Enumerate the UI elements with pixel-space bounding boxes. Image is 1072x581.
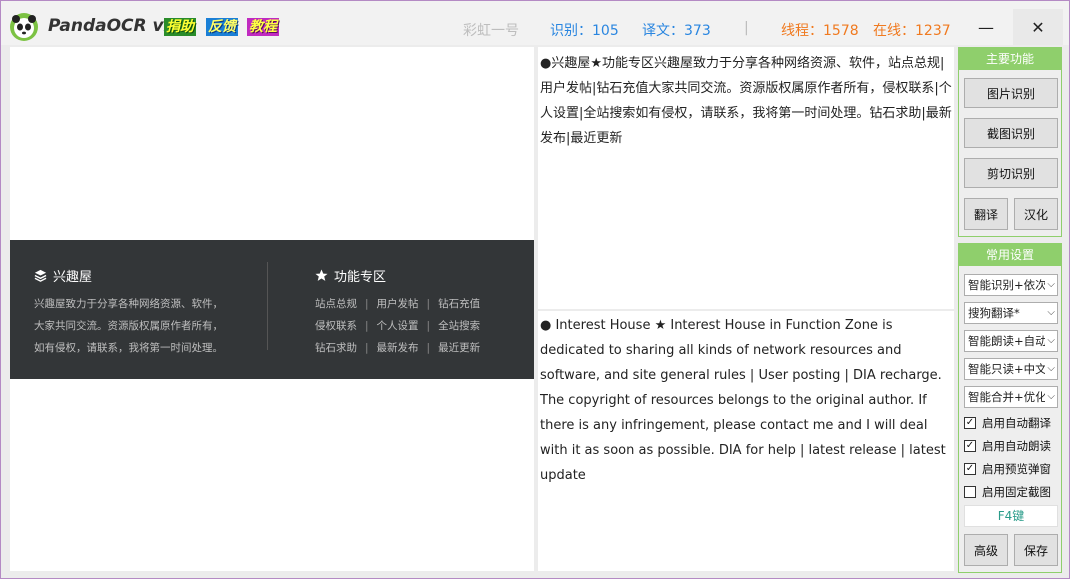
link-text: 用户发帖 bbox=[376, 298, 419, 310]
translate-count: 译文：373 bbox=[642, 23, 711, 39]
recognize-count: 识别：105 bbox=[550, 23, 619, 39]
translate-button[interactable]: 翻译 bbox=[964, 198, 1008, 230]
link-text: 钻石充值 bbox=[438, 298, 481, 310]
title-bar[interactable]: PandaOCR v2.5 捐助 反馈 教程 彩虹一号 识别：105 译文：37… bbox=[1, 1, 1069, 45]
link-pipe: | bbox=[426, 320, 431, 332]
select-value: 搜狗翻译* bbox=[968, 306, 1020, 320]
chevron-down-icon: ⌵ bbox=[1045, 303, 1055, 323]
intro-line: 如有侵权，请联系，我将第一时间处理。 bbox=[34, 342, 223, 354]
save-button[interactable]: 保存 bbox=[1014, 534, 1058, 566]
chevron-down-icon: ⌵ bbox=[1045, 359, 1055, 379]
hotkey-field[interactable]: F4键 bbox=[964, 505, 1058, 527]
checkbox-box[interactable] bbox=[964, 486, 976, 498]
feedback-link[interactable]: 反馈 bbox=[206, 18, 238, 36]
image-preview-pane[interactable]: 兴趣屋 兴趣屋致力于分享各种网络资源、软件， 大家共同交流。资源版权属原作者所有… bbox=[10, 47, 534, 571]
threads-count: 线程：1578 bbox=[781, 23, 859, 39]
read-aloud-select[interactable]: 智能朗读+自动 ⌵ bbox=[964, 330, 1058, 352]
checkbox-label: 启用预览弹窗 bbox=[982, 462, 1051, 476]
tutorial-link[interactable]: 教程 bbox=[247, 18, 279, 36]
link-pipe: | bbox=[365, 342, 369, 354]
intro-column: 兴趣屋 兴趣屋致力于分享各种网络资源、软件， 大家共同交流。资源版权属原作者所有… bbox=[34, 266, 223, 359]
select-value: 智能朗读+自动 bbox=[968, 334, 1047, 348]
auto-read-checkbox[interactable]: ✓ 启用自动朗读 bbox=[964, 438, 1051, 454]
chevron-down-icon: ⌵ bbox=[1045, 331, 1055, 351]
checkbox-label: 启用自动翻译 bbox=[982, 416, 1051, 430]
link-pipe: | bbox=[426, 342, 431, 354]
layers-icon bbox=[34, 269, 47, 282]
check-icon: ✓ bbox=[965, 463, 975, 474]
main-functions-header: 主要功能 bbox=[959, 48, 1061, 70]
screenshot-ocr-button[interactable]: 截图识别 bbox=[964, 118, 1058, 148]
donate-link[interactable]: 捐助 bbox=[164, 18, 196, 36]
fixed-screenshot-checkbox[interactable]: 启用固定截图 bbox=[964, 484, 1051, 500]
check-icon: ✓ bbox=[965, 440, 975, 451]
checkbox-label: 启用固定截图 bbox=[982, 485, 1051, 499]
link-pipe: | bbox=[365, 298, 369, 310]
links-row: 站点总规 | 用户发帖 | 钻石充值 bbox=[315, 293, 480, 315]
link-pipe: | bbox=[365, 320, 369, 332]
checkbox-label: 启用自动朗读 bbox=[982, 439, 1051, 453]
chevron-down-icon: ⌵ bbox=[1045, 387, 1055, 407]
function-column: 功能专区 站点总规 | 用户发帖 | 钻石充值 侵权联系 | 个人设置 | 全站搜索 钻石求助 |… bbox=[315, 266, 480, 359]
translate-engine-select[interactable]: 搜狗翻译* ⌵ bbox=[964, 302, 1058, 324]
online-count: 在线：1237 bbox=[873, 23, 951, 39]
common-settings-header: 常用设置 bbox=[959, 244, 1061, 266]
links-row: 侵权联系 | 个人设置 | 全站搜索 bbox=[315, 315, 480, 337]
checkbox-box[interactable]: ✓ bbox=[964, 417, 976, 429]
app-window: PandaOCR v2.5 捐助 反馈 教程 彩虹一号 识别：105 译文：37… bbox=[0, 0, 1070, 579]
intro-line: 兴趣屋致力于分享各种网络资源、软件， bbox=[34, 298, 223, 310]
link-text: 个人设置 bbox=[376, 320, 419, 332]
checkbox-box[interactable]: ✓ bbox=[964, 463, 976, 475]
read-only-select[interactable]: 智能只读+中文 ⌵ bbox=[964, 358, 1058, 380]
main-functions-panel: 主要功能 图片识别 截图识别 剪切识别 翻译 汉化 bbox=[958, 47, 1062, 237]
auto-translate-checkbox[interactable]: ✓ 启用自动翻译 bbox=[964, 415, 1051, 431]
ocr-mode-select[interactable]: 智能识别+依次 ⌵ bbox=[964, 274, 1058, 296]
column-divider bbox=[267, 262, 268, 350]
captured-image: 兴趣屋 兴趣屋致力于分享各种网络资源、软件， 大家共同交流。资源版权属原作者所有… bbox=[10, 240, 534, 379]
translation-result-textarea[interactable]: ● Interest House ★ Interest House in Fun… bbox=[538, 311, 954, 571]
chevron-down-icon: ⌵ bbox=[1045, 275, 1055, 295]
link-text: 站点总规 bbox=[315, 298, 357, 310]
checkbox-box[interactable]: ✓ bbox=[964, 440, 976, 452]
merge-mode-select[interactable]: 智能合并+优化 ⌵ bbox=[964, 386, 1058, 408]
select-value: 智能识别+依次 bbox=[968, 278, 1047, 292]
engine-label: 彩虹一号 bbox=[463, 23, 519, 39]
ocr-result-textarea[interactable]: ●兴趣屋★功能专区兴趣屋致力于分享各种网络资源、软件，站点总规|用户发帖|钻石充… bbox=[538, 47, 954, 309]
link-text: 侵权联系 bbox=[315, 320, 357, 332]
intro-line: 大家共同交流。资源版权属原作者所有， bbox=[34, 320, 223, 332]
link-text: 最近更新 bbox=[438, 342, 481, 354]
minimize-button[interactable]: — bbox=[961, 9, 1011, 45]
clipboard-ocr-button[interactable]: 剪切识别 bbox=[964, 158, 1058, 188]
intro-title: 兴趣屋 bbox=[53, 270, 93, 285]
link-pipe: | bbox=[426, 298, 431, 310]
close-button[interactable]: ✕ bbox=[1013, 9, 1063, 45]
function-title: 功能专区 bbox=[334, 270, 387, 285]
link-text: 最新发布 bbox=[376, 342, 419, 354]
link-text: 全站搜索 bbox=[438, 320, 481, 332]
common-settings-panel: 常用设置 智能识别+依次 ⌵ 搜狗翻译* ⌵ 智能朗读+自动 ⌵ 智能只读+中文… bbox=[958, 243, 1062, 573]
links-row: 钻石求助 | 最新发布 | 最近更新 bbox=[315, 337, 480, 359]
check-icon: ✓ bbox=[965, 417, 975, 428]
select-value: 智能只读+中文 bbox=[968, 362, 1047, 376]
preview-popup-checkbox[interactable]: ✓ 启用预览弹窗 bbox=[964, 461, 1051, 477]
panda-logo-icon bbox=[10, 13, 38, 41]
title-separator: | bbox=[744, 20, 749, 36]
link-text: 钻石求助 bbox=[315, 342, 357, 354]
star-icon bbox=[315, 269, 328, 281]
image-ocr-button[interactable]: 图片识别 bbox=[964, 78, 1058, 108]
select-value: 智能合并+优化 bbox=[968, 390, 1047, 404]
localize-button[interactable]: 汉化 bbox=[1014, 198, 1058, 230]
advanced-button[interactable]: 高级 bbox=[964, 534, 1008, 566]
